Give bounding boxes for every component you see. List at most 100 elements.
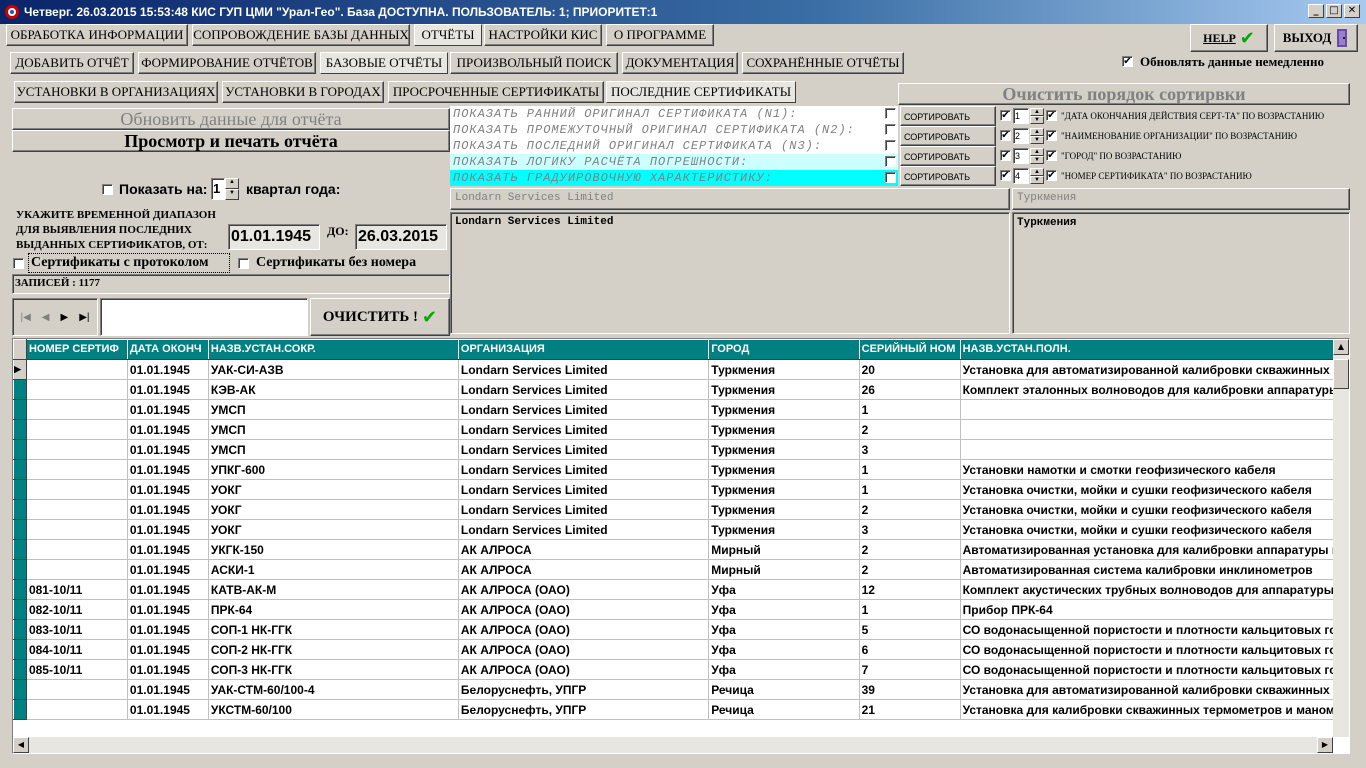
sort-order-1[interactable]: 1 — [1013, 108, 1029, 124]
table-cell[interactable]: Londarn Services Limited — [458, 439, 710, 460]
sort-asc-1-checkbox[interactable]: ✔ — [1046, 110, 1057, 121]
table-cell[interactable]: Londarn Services Limited — [458, 499, 710, 520]
table-row[interactable]: 01.01.1945 УПКГ-600 Londarn Services Limit… — [13, 459, 1349, 480]
sort-enable-2-checkbox[interactable]: ✔ — [1000, 130, 1011, 141]
scroll-right-icon[interactable]: ▶ — [1317, 737, 1333, 753]
table-cell[interactable]: СОП-2 НК-ГГК — [208, 639, 459, 660]
table-cell[interactable]: УКГК-150 — [208, 539, 459, 560]
table-row[interactable]: 01.01.1945 УМСП Londarn Services Limited Ту… — [13, 439, 1349, 460]
row-indicator[interactable] — [13, 599, 27, 620]
sort-order-3-spinner[interactable]: ▲ ▼ — [1030, 148, 1044, 164]
tab-about[interactable]: О ПРОГРАММЕ — [606, 24, 714, 46]
first-record-icon[interactable]: |◀ — [21, 312, 31, 323]
table-cell[interactable]: 01.01.1945 — [127, 679, 209, 700]
sort-order-4-spinner[interactable]: ▲ ▼ — [1030, 168, 1044, 184]
date-from-field[interactable]: 01.01.1945 — [228, 224, 320, 250]
refresh-report-button[interactable]: Обновить данные для отчёта — [12, 108, 450, 130]
table-cell[interactable]: Установка очистки, мойки и сушки геофизи… — [960, 479, 1349, 500]
last-record-icon[interactable]: ▶| — [79, 312, 89, 323]
prev-record-icon[interactable]: ◀ — [42, 312, 50, 323]
sort-asc-4-checkbox[interactable]: ✔ — [1046, 170, 1057, 181]
show-quarter-checkbox[interactable] — [102, 184, 113, 195]
table-cell[interactable]: 39 — [859, 679, 961, 700]
table-cell[interactable]: 21 — [859, 699, 961, 720]
table-cell[interactable] — [26, 359, 128, 380]
table-cell[interactable]: Туркмения — [708, 419, 860, 440]
table-cell[interactable]: Речица — [708, 679, 860, 700]
table-cell[interactable]: УОКГ — [208, 479, 459, 500]
sort-enable-4-checkbox[interactable]: ✔ — [1000, 170, 1011, 181]
table-cell[interactable]: 084-10/11 — [26, 639, 128, 660]
table-cell[interactable]: Туркмения — [708, 359, 860, 380]
table-cell[interactable] — [26, 519, 128, 540]
table-row[interactable]: 01.01.1945 КЭВ-АК Londarn Services Limited… — [13, 379, 1349, 400]
row-indicator[interactable] — [13, 619, 27, 640]
show-n1-checkbox[interactable] — [885, 108, 896, 119]
table-cell[interactable]: Прибор ПРК-64 — [960, 599, 1349, 620]
table-row[interactable]: 01.01.1945 УМСП Londarn Services Limited Ту… — [13, 419, 1349, 440]
table-cell[interactable]: УМСП — [208, 439, 459, 460]
table-cell[interactable]: Туркмения — [708, 399, 860, 420]
exit-button[interactable]: ВЫХОД — [1274, 24, 1358, 52]
table-cell[interactable]: Установка очистки, мойки и сушки геофизи… — [960, 499, 1349, 520]
table-cell[interactable] — [960, 399, 1349, 420]
table-cell[interactable]: СО водонасыщенной пористости и плотности… — [960, 659, 1349, 680]
table-row[interactable]: 01.01.1945 УМСП Londarn Services Limited Ту… — [13, 399, 1349, 420]
table-cell[interactable]: КАТВ-АК-М — [208, 579, 459, 600]
row-indicator[interactable] — [13, 439, 27, 460]
table-cell[interactable]: УОКГ — [208, 519, 459, 540]
table-cell[interactable]: 5 — [859, 619, 961, 640]
table-cell[interactable]: 01.01.1945 — [127, 359, 209, 380]
row-indicator[interactable] — [13, 639, 27, 660]
table-cell[interactable]: 01.01.1945 — [127, 639, 209, 660]
row-indicator[interactable] — [13, 579, 27, 600]
without-number-checkbox[interactable] — [238, 258, 249, 269]
table-cell[interactable]: 01.01.1945 — [127, 459, 209, 480]
show-curve-checkbox[interactable] — [885, 172, 896, 183]
table-cell[interactable]: 01.01.1945 — [127, 399, 209, 420]
show-n3-checkbox[interactable] — [885, 140, 896, 151]
table-cell[interactable]: УОКГ — [208, 499, 459, 520]
preview-print-button[interactable]: Просмотр и печать отчёта — [12, 130, 450, 152]
tab-documentation[interactable]: ДОКУМЕНТАЦИЯ — [622, 52, 738, 74]
table-cell[interactable]: АК АЛРОСА (ОАО) — [458, 639, 710, 660]
org-list-item[interactable]: Londarn Services Limited — [455, 216, 613, 228]
table-cell[interactable]: 01.01.1945 — [127, 619, 209, 640]
row-indicator[interactable] — [13, 519, 27, 540]
table-cell[interactable]: Туркмения — [708, 459, 860, 480]
table-cell[interactable]: 2 — [859, 419, 961, 440]
table-cell[interactable]: УМСП — [208, 419, 459, 440]
table-cell[interactable]: Уфа — [708, 599, 860, 620]
spin-down-icon[interactable]: ▼ — [225, 189, 239, 200]
tab-reports[interactable]: ОТЧЁТЫ — [414, 24, 482, 46]
close-icon[interactable]: ✕ — [1344, 4, 1360, 18]
table-cell[interactable]: УПКГ-600 — [208, 459, 459, 480]
table-cell[interactable]: УМСП — [208, 399, 459, 420]
current-row-indicator-icon[interactable]: ▶ — [13, 359, 27, 380]
table-cell[interactable]: 1 — [859, 399, 961, 420]
table-cell[interactable] — [960, 439, 1349, 460]
tab-expired-certs[interactable]: ПРОСРОЧЕННЫЕ СЕРТИФИКАТЫ — [388, 81, 604, 103]
tab-installations-cities[interactable]: УСТАНОВКИ В ГОРОДАХ — [222, 81, 384, 103]
tab-latest-certs[interactable]: ПОСЛЕДНИЕ СЕРТИФИКАТЫ — [606, 81, 796, 103]
column-header[interactable]: НОМЕР СЕРТИФ — [26, 339, 128, 360]
table-cell[interactable]: АК АЛРОСА (ОАО) — [458, 599, 710, 620]
table-cell[interactable]: Установка для автоматизированной калибро… — [960, 359, 1349, 380]
tab-installations-orgs[interactable]: УСТАНОВКИ В ОРГАНИЗАЦИЯХ — [14, 81, 218, 103]
date-to-field[interactable]: 26.03.2015 — [355, 224, 447, 250]
table-cell[interactable]: АК АЛРОСА (ОАО) — [458, 579, 710, 600]
table-cell[interactable]: 01.01.1945 — [127, 379, 209, 400]
table-row[interactable]: 01.01.1945 УОКГ Londarn Services Limited Ту… — [13, 479, 1349, 500]
maximize-icon[interactable]: □ — [1326, 4, 1342, 18]
table-row[interactable]: 01.01.1945 АСКИ-1 АК АЛРОСА Мирный 2 Автомати… — [13, 559, 1349, 580]
refresh-immediately-checkbox[interactable]: ✔ — [1122, 56, 1133, 67]
table-cell[interactable] — [26, 439, 128, 460]
tab-report-forming[interactable]: ФОРМИРОВАНИЕ ОТЧЁТОВ — [138, 52, 316, 74]
sort-asc-3-checkbox[interactable]: ✔ — [1046, 150, 1057, 161]
table-cell[interactable]: УАК-СИ-АЗВ — [208, 359, 459, 380]
sort-enable-3-checkbox[interactable]: ✔ — [1000, 150, 1011, 161]
city-list-item[interactable]: Туркмения — [1017, 217, 1076, 229]
table-cell[interactable]: АК АЛРОСА (ОАО) — [458, 619, 710, 640]
tab-kis-settings[interactable]: НАСТРОЙКИ КИС — [484, 24, 602, 46]
table-cell[interactable]: Мирный — [708, 559, 860, 580]
